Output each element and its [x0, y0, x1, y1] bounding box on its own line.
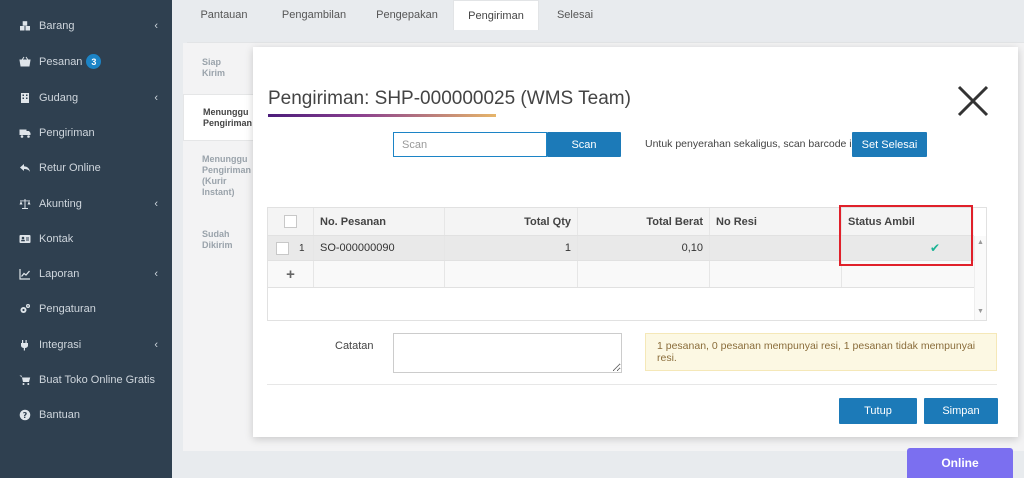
sidebar-item-buat-toko[interactable]: Buat Toko Online Gratis — [0, 362, 172, 397]
tab-selesai[interactable]: Selesai — [545, 0, 605, 30]
sidebar-item-label: Kontak — [39, 232, 74, 245]
sidebar-item-integrasi[interactable]: Integrasi ‹ — [0, 327, 172, 362]
sidebar-item-akunting[interactable]: Akunting ‹ — [0, 186, 172, 221]
sidebar-item-pengaturan[interactable]: Pengaturan — [0, 291, 172, 326]
sidebar-item-label: Retur Online — [39, 161, 101, 174]
grid-scrollbar[interactable]: ▲ ▼ — [974, 236, 986, 320]
header-total-qty[interactable]: Total Qty — [445, 208, 578, 235]
plug-icon — [18, 338, 32, 352]
catatan-textarea[interactable] — [393, 333, 622, 373]
cell-no-resi — [710, 236, 842, 260]
sidebar-item-label: Gudang — [39, 91, 79, 104]
scan-hint-text: Untuk penyerahan sekaligus, scan barcode… — [645, 138, 860, 150]
chevron-left-icon: ‹ — [154, 338, 158, 351]
step-siap-kirim[interactable]: Siap Kirim — [183, 57, 255, 87]
chevron-left-icon: ‹ — [154, 267, 158, 280]
sidebar-item-laporan[interactable]: Laporan ‹ — [0, 256, 172, 291]
close-icon[interactable] — [955, 84, 991, 118]
question-circle-icon: ? — [18, 408, 32, 422]
scroll-down-icon[interactable]: ▼ — [977, 308, 984, 315]
scroll-up-icon[interactable]: ▲ — [977, 239, 984, 246]
row-index: 1 — [299, 242, 305, 254]
basket-icon — [18, 55, 32, 69]
chevron-left-icon: ‹ — [154, 91, 158, 104]
catatan-label: Catatan — [335, 340, 374, 352]
row-checkbox[interactable] — [276, 241, 289, 255]
sidebar-item-bantuan[interactable]: ? Bantuan — [0, 397, 172, 432]
sidebar-item-label: Pesanan — [39, 55, 83, 68]
tabs-divider — [187, 42, 1024, 43]
sidebar-item-label: Pengaturan — [39, 302, 96, 315]
summary-info-box: 1 pesanan, 0 pesanan mempunyai resi, 1 p… — [645, 333, 997, 371]
cubes-icon — [18, 19, 32, 33]
add-row-button[interactable]: + — [268, 261, 314, 287]
truck-icon — [18, 126, 32, 140]
chevron-left-icon: ‹ — [154, 19, 158, 32]
header-total-berat[interactable]: Total Berat — [578, 208, 710, 235]
sidebar-item-label: Buat Toko Online Gratis — [39, 373, 155, 386]
sidebar: Barang ‹ Pesanan 3 Gudang ‹ Pengiriman R… — [0, 0, 172, 478]
header-no-pesanan[interactable]: No. Pesanan — [314, 208, 445, 235]
sidebar-item-label: Bantuan — [39, 408, 80, 421]
tab-pantauan[interactable]: Pantauan — [187, 0, 261, 30]
cogs-icon — [18, 302, 32, 316]
online-chat-button[interactable]: Online — [907, 448, 1013, 478]
order-count-badge: 3 — [86, 54, 102, 69]
svg-text:?: ? — [23, 410, 28, 419]
reply-icon — [18, 161, 32, 175]
step-menunggu-pengiriman[interactable]: Menunggu Pengiriman — [183, 94, 255, 141]
sidebar-item-pengiriman[interactable]: Pengiriman — [0, 115, 172, 150]
sidebar-item-pesanan[interactable]: Pesanan 3 — [0, 44, 172, 79]
tab-pengiriman[interactable]: Pengiriman — [453, 0, 539, 30]
cart-icon — [18, 373, 32, 387]
step-menunggu-pengiriman-kurir-instant[interactable]: Menunggu Pengiriman (Kurir Instant) — [183, 154, 255, 206]
step-sudah-dikirim[interactable]: Sudah Dikirim — [183, 229, 255, 255]
chevron-left-icon: ‹ — [154, 197, 158, 210]
simpan-button[interactable]: Simpan — [924, 398, 998, 424]
sidebar-item-label: Integrasi — [39, 338, 82, 351]
modal-title: Pengiriman: SHP-000000025 (WMS Team) — [268, 88, 631, 109]
cell-total-berat: 0,10 — [578, 236, 710, 260]
select-all-checkbox[interactable] — [284, 215, 297, 228]
set-selesai-button[interactable]: Set Selesai — [852, 132, 927, 157]
contact-card-icon — [18, 232, 32, 246]
line-chart-icon — [18, 267, 32, 281]
scan-input[interactable] — [393, 132, 547, 157]
sidebar-item-label: Pengiriman — [39, 126, 95, 139]
sidebar-item-label: Barang — [39, 19, 75, 32]
tab-pengambilan[interactable]: Pengambilan — [271, 0, 357, 30]
cell-no-pesanan: SO-000000090 — [314, 236, 445, 260]
balance-scale-icon — [18, 197, 32, 211]
sidebar-item-gudang[interactable]: Gudang ‹ — [0, 80, 172, 115]
header-no-resi[interactable]: No Resi — [710, 208, 842, 235]
tutup-button[interactable]: Tutup — [839, 398, 917, 424]
status-ambil-highlight — [839, 205, 973, 266]
sidebar-item-barang[interactable]: Barang ‹ — [0, 8, 172, 43]
sidebar-item-kontak[interactable]: Kontak — [0, 221, 172, 256]
title-underline — [268, 114, 496, 117]
scan-button[interactable]: Scan — [547, 132, 621, 157]
sidebar-item-retur-online[interactable]: Retur Online — [0, 150, 172, 185]
sidebar-item-label: Akunting — [39, 197, 82, 210]
footer-divider — [267, 384, 997, 385]
cell-total-qty: 1 — [445, 236, 578, 260]
building-icon — [18, 91, 32, 105]
tab-pengepakan[interactable]: Pengepakan — [366, 0, 448, 30]
sidebar-item-label: Laporan — [39, 267, 80, 280]
